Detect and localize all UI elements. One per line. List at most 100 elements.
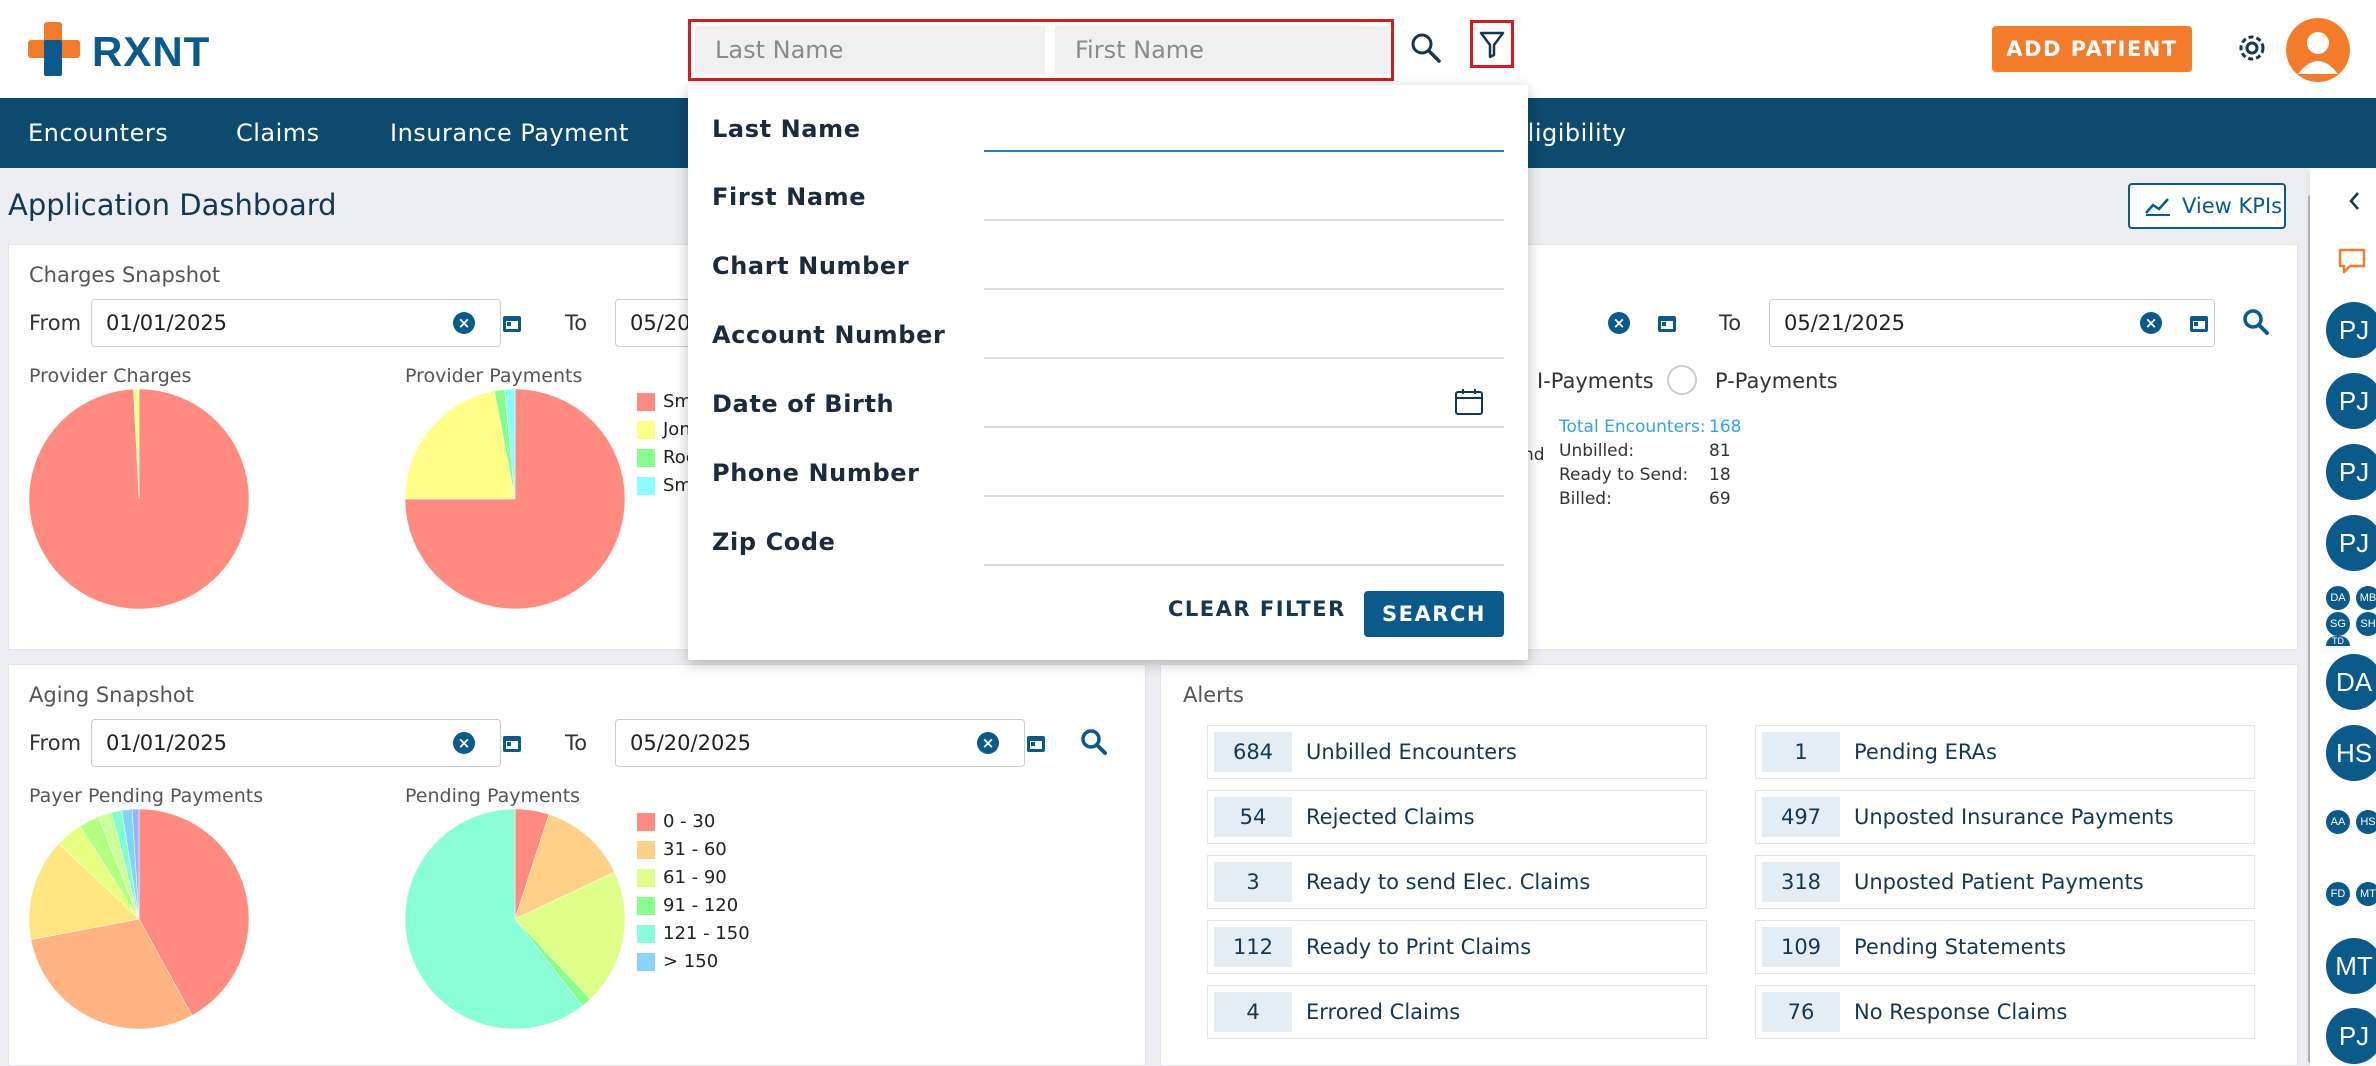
contact-avatar[interactable]: PJ xyxy=(2326,373,2376,429)
alert-item[interactable]: 1 Pending ERAs xyxy=(1755,725,2255,779)
filter-label: First Name xyxy=(712,183,867,211)
alert-item[interactable]: 54 Rejected Claims xyxy=(1207,790,1707,844)
legend-swatch xyxy=(637,925,655,943)
clear-filter-button[interactable]: CLEAR FILTER xyxy=(1168,597,1346,621)
charges-from-date-input[interactable]: 01/01/2025 xyxy=(91,299,501,347)
contact-avatar[interactable]: PJ xyxy=(2326,444,2376,500)
alert-item[interactable]: 112 Ready to Print Claims xyxy=(1207,920,1707,974)
calendar-icon[interactable] xyxy=(1454,388,1484,416)
from-label: From xyxy=(29,731,82,755)
clear-icon[interactable]: × xyxy=(1608,312,1630,334)
card-title: Charges Snapshot xyxy=(29,263,221,287)
contact-avatar[interactable]: MT xyxy=(2326,938,2376,994)
contact-avatar-small[interactable]: TD xyxy=(2326,636,2350,646)
alert-item[interactable]: 109 Pending Statements xyxy=(1755,920,2255,974)
calendar-icon[interactable] xyxy=(2188,312,2210,334)
contact-avatar-small[interactable]: FD xyxy=(2326,882,2350,906)
gear-icon[interactable] xyxy=(2232,28,2272,68)
chevron-left-icon[interactable] xyxy=(2346,190,2364,212)
rxnt-logo[interactable]: RXNT xyxy=(28,22,228,78)
stat-value: 81 xyxy=(1709,441,1731,461)
filter-account-number-input[interactable] xyxy=(984,357,1504,359)
alert-item[interactable]: 684 Unbilled Encounters xyxy=(1207,725,1707,779)
add-patient-button[interactable]: ADD PATIENT xyxy=(1992,26,2192,72)
filter-search-button[interactable]: SEARCH xyxy=(1364,591,1504,637)
payer-pending-pie xyxy=(29,809,249,1029)
calendar-icon[interactable] xyxy=(501,732,523,754)
contact-avatar[interactable]: PJ xyxy=(2326,1008,2376,1064)
stat-value: 69 xyxy=(1709,489,1731,509)
contact-avatar-small[interactable]: SH xyxy=(2356,612,2376,636)
stat-label: Total Encounters: xyxy=(1559,417,1706,437)
alert-item[interactable]: 76 No Response Claims xyxy=(1755,985,2255,1039)
contact-avatar-small[interactable]: SG xyxy=(2326,612,2350,636)
chat-icon[interactable] xyxy=(2336,246,2372,278)
first-name-search-input[interactable]: First Name xyxy=(1055,26,1389,74)
stat-label: Billed: xyxy=(1559,489,1612,509)
search-icon[interactable] xyxy=(1408,30,1444,66)
legend-swatch xyxy=(637,449,655,467)
from-label: From xyxy=(29,311,82,335)
filter-icon[interactable] xyxy=(1470,20,1514,68)
card-title: Aging Snapshot xyxy=(29,683,195,707)
aging-snapshot-card: Aging Snapshot From 01/01/2025 × To 05/2… xyxy=(8,664,1146,1066)
aging-to-date-input[interactable]: 05/20/2025 xyxy=(615,719,1025,767)
user-avatar[interactable] xyxy=(2286,18,2350,82)
calendar-icon[interactable] xyxy=(1025,732,1047,754)
nav-insurance-payment[interactable]: Insurance Payment xyxy=(390,98,629,168)
page-title: Application Dashboard xyxy=(8,188,337,222)
contact-avatar-small[interactable]: DA xyxy=(2326,586,2350,610)
legend-swatch xyxy=(637,953,655,971)
filter-first-name-input[interactable] xyxy=(984,219,1504,221)
nav-encounters[interactable]: Encounters xyxy=(28,98,168,168)
contact-avatar-small[interactable]: MB xyxy=(2356,586,2376,610)
alert-item[interactable]: 318 Unposted Patient Payments xyxy=(1755,855,2255,909)
clear-icon[interactable]: × xyxy=(2140,312,2162,334)
alerts-card: Alerts 684 Unbilled Encounters 54 Rejected… xyxy=(1160,664,2298,1066)
contact-avatar[interactable]: PJ xyxy=(2326,302,2376,358)
clear-icon[interactable]: × xyxy=(453,312,475,334)
calendar-icon[interactable] xyxy=(1656,312,1678,334)
p-payments-radio[interactable] xyxy=(1667,365,1697,395)
legend-swatch xyxy=(637,897,655,915)
aging-from-date-input[interactable]: 01/01/2025 xyxy=(91,719,501,767)
trend-chart-icon xyxy=(2145,198,2170,216)
alert-item[interactable]: 497 Unposted Insurance Payments xyxy=(1755,790,2255,844)
contact-avatar[interactable]: HS xyxy=(2326,725,2376,781)
filter-last-name-input[interactable] xyxy=(984,150,1504,152)
right-rail: PJ PJ PJ PJ DA MB SG SH TD DA HS AA HS F… xyxy=(2310,168,2376,1066)
legend-swatch xyxy=(637,393,655,411)
view-kpis-button[interactable]: View KPIs xyxy=(2128,183,2286,229)
legend-swatch xyxy=(637,869,655,887)
provider-payments-pie xyxy=(405,389,625,609)
contact-avatar[interactable]: DA xyxy=(2326,654,2376,710)
legend-item: > 150 xyxy=(663,951,719,972)
clear-icon[interactable]: × xyxy=(977,732,999,754)
provider-charges-pie xyxy=(29,389,249,609)
filter-label: Last Name xyxy=(712,115,861,143)
filter-label: Chart Number xyxy=(712,252,910,280)
contact-avatar-small[interactable]: AA xyxy=(2326,810,2350,834)
advanced-filter-panel: Last Name First Name Chart Number Accoun… xyxy=(688,85,1528,660)
filter-phone-input[interactable] xyxy=(984,495,1504,497)
filter-dob-input[interactable] xyxy=(984,426,1504,428)
legend-swatch xyxy=(637,813,655,831)
legend-item: 121 - 150 xyxy=(663,923,750,944)
to-label: To xyxy=(565,311,588,335)
search-icon[interactable] xyxy=(1079,727,1109,757)
contact-avatar-small[interactable]: HS xyxy=(2356,810,2376,834)
last-name-search-input[interactable]: Last Name xyxy=(695,26,1045,74)
search-icon[interactable] xyxy=(2241,307,2271,337)
filter-chart-number-input[interactable] xyxy=(984,288,1504,290)
contact-avatar-small[interactable]: MT xyxy=(2356,882,2376,906)
nav-claims[interactable]: Claims xyxy=(236,98,320,168)
nav-eligibility[interactable]: Eligibility xyxy=(1512,98,1627,168)
alert-item[interactable]: 3 Ready to send Elec. Claims xyxy=(1207,855,1707,909)
legend-item: 31 - 60 xyxy=(663,839,727,860)
alert-item[interactable]: 4 Errored Claims xyxy=(1207,985,1707,1039)
calendar-icon[interactable] xyxy=(501,312,523,334)
clear-icon[interactable]: × xyxy=(453,732,475,754)
contact-avatar[interactable]: PJ xyxy=(2326,515,2376,571)
legend-swatch xyxy=(637,477,655,495)
filter-zip-input[interactable] xyxy=(984,564,1504,566)
